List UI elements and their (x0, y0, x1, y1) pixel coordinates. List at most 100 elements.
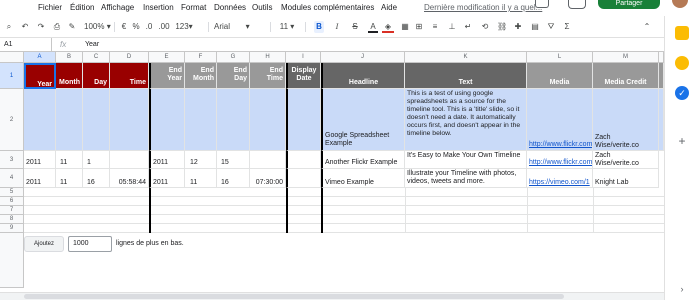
rotate-icon[interactable]: ⟲ (480, 21, 490, 33)
last-edit-link[interactable]: Dernière modification il y a quel... (424, 3, 542, 12)
header-media-credit[interactable]: Media Credit (593, 63, 659, 89)
header-day[interactable]: Day (83, 63, 110, 89)
cell[interactable] (149, 89, 185, 151)
cell[interactable] (83, 89, 110, 151)
strikethrough-button[interactable]: S (350, 21, 360, 33)
column-header[interactable]: B (56, 52, 83, 63)
keep-icon[interactable] (675, 56, 689, 70)
add-addon-icon[interactable]: + (675, 134, 689, 148)
redo-icon[interactable]: ↷ (36, 21, 46, 33)
menu-edit[interactable]: Édition (70, 3, 94, 12)
header-headline[interactable]: Headline (321, 63, 405, 89)
link-icon[interactable]: ⛓ (497, 21, 507, 33)
formula-input[interactable]: Year (85, 38, 99, 52)
cell-day[interactable]: 16 (83, 169, 110, 188)
cell-end-month[interactable]: 11 (185, 169, 217, 188)
decrease-decimal-button[interactable]: .0 (143, 21, 155, 33)
cell[interactable] (250, 89, 286, 151)
currency-button[interactable]: € (119, 21, 129, 33)
chart-icon[interactable]: ▤ (530, 21, 540, 33)
menu-data[interactable]: Données (214, 3, 246, 12)
column-header[interactable]: C (83, 52, 110, 63)
paint-format-icon[interactable]: ✎ (67, 21, 77, 33)
cell-media-link[interactable]: https://vimeo.com/1 (527, 169, 593, 188)
cell-media-credit[interactable]: Zach Wise/verite.co (593, 89, 659, 151)
row-header[interactable]: 4 (0, 169, 24, 188)
column-header[interactable]: I (286, 52, 321, 63)
row-header[interactable]: 7 (0, 206, 24, 215)
column-header[interactable]: F (185, 52, 217, 63)
cell-headline[interactable]: Another Flickr Example (321, 151, 405, 169)
cell-media-credit[interactable]: Knight Lab (593, 169, 659, 188)
header-year[interactable]: Year (24, 63, 56, 89)
row-header[interactable]: 5 (0, 188, 24, 197)
header-end-day[interactable]: End Day (217, 63, 250, 89)
cell-headline[interactable]: Google Spreadsheet Example (321, 89, 405, 151)
cell-end-day[interactable]: 15 (217, 151, 250, 169)
cell-text[interactable]: Illustrate your Timeline with photos, vi… (405, 169, 527, 188)
menu-insert[interactable]: Insertion (143, 3, 174, 12)
bold-button[interactable]: B (314, 21, 324, 33)
fill-color-icon[interactable]: ◈ (382, 21, 394, 33)
add-rows-count-input[interactable]: 1000 (68, 236, 112, 252)
italic-button[interactable]: I (332, 21, 342, 33)
share-button[interactable]: Partager (598, 0, 660, 9)
comments-icon[interactable] (535, 0, 549, 8)
percent-button[interactable]: % (131, 21, 141, 33)
column-header[interactable]: H (250, 52, 286, 63)
meet-icon[interactable] (568, 0, 586, 9)
increase-decimal-button[interactable]: .00 (157, 21, 171, 33)
functions-icon[interactable]: Σ (562, 21, 572, 33)
menu-tools[interactable]: Outils (252, 3, 272, 12)
cell[interactable] (217, 89, 250, 151)
empty-row[interactable] (24, 224, 664, 233)
borders-icon[interactable]: ▦ (400, 21, 410, 33)
cell-end-month[interactable]: 12 (185, 151, 217, 169)
chevron-right-icon[interactable]: › (675, 284, 689, 296)
header-end-month[interactable]: End Month (185, 63, 217, 89)
format-select[interactable]: 123▾ (173, 21, 195, 33)
row-header[interactable]: 3 (0, 151, 24, 169)
cell-media-credit[interactable]: Zach Wise/verite.co (593, 151, 659, 169)
collapse-icon[interactable]: ⌃ (640, 21, 654, 33)
name-box[interactable]: A1 (0, 38, 52, 52)
tasks-icon[interactable]: ✓ (675, 86, 689, 100)
filter-icon[interactable]: ⛛ (546, 21, 556, 33)
cell-end-day[interactable]: 16 (217, 169, 250, 188)
print-icon[interactable]: ⎙ (52, 21, 62, 33)
font-size-select[interactable]: 11 ▾ (276, 21, 298, 33)
column-header[interactable]: K (405, 52, 527, 63)
column-header[interactable]: L (527, 52, 593, 63)
valign-icon[interactable]: ⊥ (447, 21, 457, 33)
search-menu-icon[interactable]: ⌕ (4, 21, 14, 33)
header-month[interactable]: Month (56, 63, 83, 89)
header-media[interactable]: Media (527, 63, 593, 89)
align-icon[interactable]: ≡ (430, 21, 440, 33)
column-header[interactable]: E (149, 52, 185, 63)
calendar-icon[interactable] (675, 26, 689, 40)
undo-icon[interactable]: ↶ (20, 21, 30, 33)
font-select[interactable]: Arial ▾ (214, 21, 264, 33)
row-header[interactable]: 9 (0, 224, 24, 233)
cell-month[interactable]: 11 (56, 151, 83, 169)
row-header[interactable]: 6 (0, 197, 24, 206)
horizontal-scrollbar[interactable] (0, 292, 664, 300)
cell-text[interactable]: This is a test of using google spreadshe… (405, 89, 527, 151)
cell-media-link[interactable]: http://www.flickr.com (527, 151, 593, 169)
row-header[interactable]: 8 (0, 215, 24, 224)
cell-time[interactable]: 05:58:44 (110, 169, 149, 188)
cell-headline[interactable]: Vimeo Example (321, 169, 405, 188)
header-display-date[interactable]: Display Date (286, 63, 321, 89)
cell-end-year[interactable]: 2011 (149, 151, 185, 169)
header-end-time[interactable]: End Time (250, 63, 286, 89)
header-text[interactable]: Text (405, 63, 527, 89)
cell-time[interactable] (110, 151, 149, 169)
wrap-icon[interactable]: ↵ (463, 21, 473, 33)
text-color-button[interactable]: A (368, 21, 378, 33)
comment-icon[interactable]: ✚ (513, 21, 523, 33)
column-header[interactable]: J (321, 52, 405, 63)
menu-format[interactable]: Format (181, 3, 206, 12)
cell-end-year[interactable]: 2011 (149, 169, 185, 188)
empty-row[interactable] (24, 197, 664, 206)
cell[interactable] (185, 89, 217, 151)
